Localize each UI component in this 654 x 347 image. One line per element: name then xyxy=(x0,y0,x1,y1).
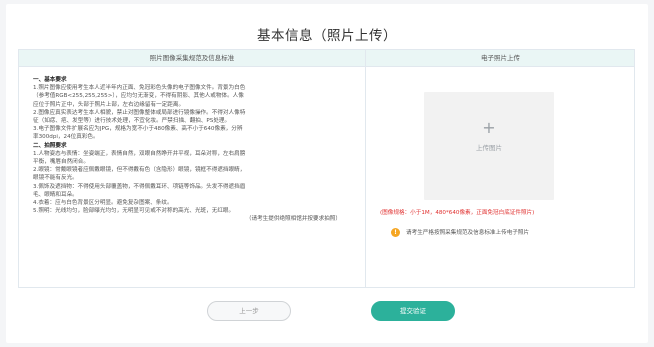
rule-line: 1.人物姿态与表情：坐姿端正，表情自然，双眼自然睁开并平视，耳朵对称，左右肩膀 xyxy=(33,150,246,157)
upload-column-header: 电子照片上传 xyxy=(481,54,520,62)
rule-line: （参考值RGB<255,255,255>），应均匀无渐变，不得有阴影、其他人或物… xyxy=(33,93,244,100)
rule-line: 平衡，嘴唇自然闭合。 xyxy=(33,159,89,166)
tip-text: 请考生严格按照采集规范及信息标准上传电子照片 xyxy=(406,230,530,236)
submit-verify-button[interactable]: 提交验证 xyxy=(371,301,455,321)
photo-studio-note: （请考生提供绝照相馆并按要求拍照） xyxy=(245,216,341,223)
previous-step-button[interactable]: 上一步 xyxy=(207,301,291,321)
warning-icon: ! xyxy=(391,228,400,237)
rule-line: 2.图像应真实表达考生本人相貌，禁止对图像整体或局部进行镜像操作。不得对人像特 xyxy=(33,109,246,116)
image-spec-text: (图像规格：小于1M，480*640像素，正面免冠白底证件照片) xyxy=(380,210,535,216)
rule-line: 率300dpi，24位真彩色。 xyxy=(33,134,99,141)
rule-line: 3.电子图像文件扩展名应为JPG，规格为宽不小于480像素、高不小于640像素，… xyxy=(33,126,243,133)
rule-line: 毛、眼睛和耳朵。 xyxy=(33,191,78,198)
rule-line: 征（如痣、疤、发型等）进行技术处理，不宜化妆。严禁扫描、翻拍、PS处理。 xyxy=(33,118,231,125)
section2-heading: 二、拍照要求 xyxy=(33,142,67,149)
rule-line: 应位于照片正中，头部于照片上部，左右边缘留有一定距离。 xyxy=(33,101,185,108)
upload-label: 上传图片 xyxy=(476,144,502,152)
plus-icon: + xyxy=(482,118,496,137)
rule-line: 1.照片图像应使用考生本人近半年内正面、免冠彩色头像的电子图像文件。背景为白色 xyxy=(33,85,246,92)
photo-upload-box[interactable]: + 上传图片 xyxy=(424,92,554,200)
rule-line: 眼镜不能有反光。 xyxy=(33,175,78,182)
upload-tip: ! 请考生严格按照采集规范及信息标准上传电子照片 xyxy=(391,228,529,238)
rule-line: 4.衣着：应与白色背景区分明显。避免复杂图案、条纹。 xyxy=(33,200,173,207)
rule-line: 5.照明：光线均匀，脸部曝光均匀，无明显可见或不对称的高光、光斑，无红眼。 xyxy=(33,208,235,215)
rules-column-header: 照片图像采集规范及信息标准 xyxy=(149,54,235,62)
section1-heading: 一、基本要求 xyxy=(33,77,67,83)
page-title: 基本信息（照片上传） xyxy=(257,28,397,44)
main-card: 基本信息（照片上传） 照片图像采集规范及信息标准 电子照片上传 一、基本要求 1… xyxy=(6,4,648,343)
column-divider xyxy=(365,50,366,287)
table-header-row: 照片图像采集规范及信息标准 电子照片上传 xyxy=(19,50,634,67)
rule-line: 3.佩饰及遮挡物：不得使用头部覆盖物，不得佩戴耳环、项链等饰品。头发不得遮挡眉 xyxy=(33,183,246,190)
rule-line: 2.眼镜：常戴眼镜者应佩戴眼镜，但不得戴有色（含隐形）眼镜，镜框不得遮挡眼睛， xyxy=(33,167,246,174)
photo-rules-text: 一、基本要求 1.照片图像应使用考生本人近半年内正面、免冠彩色头像的电子图像文件… xyxy=(33,76,359,224)
